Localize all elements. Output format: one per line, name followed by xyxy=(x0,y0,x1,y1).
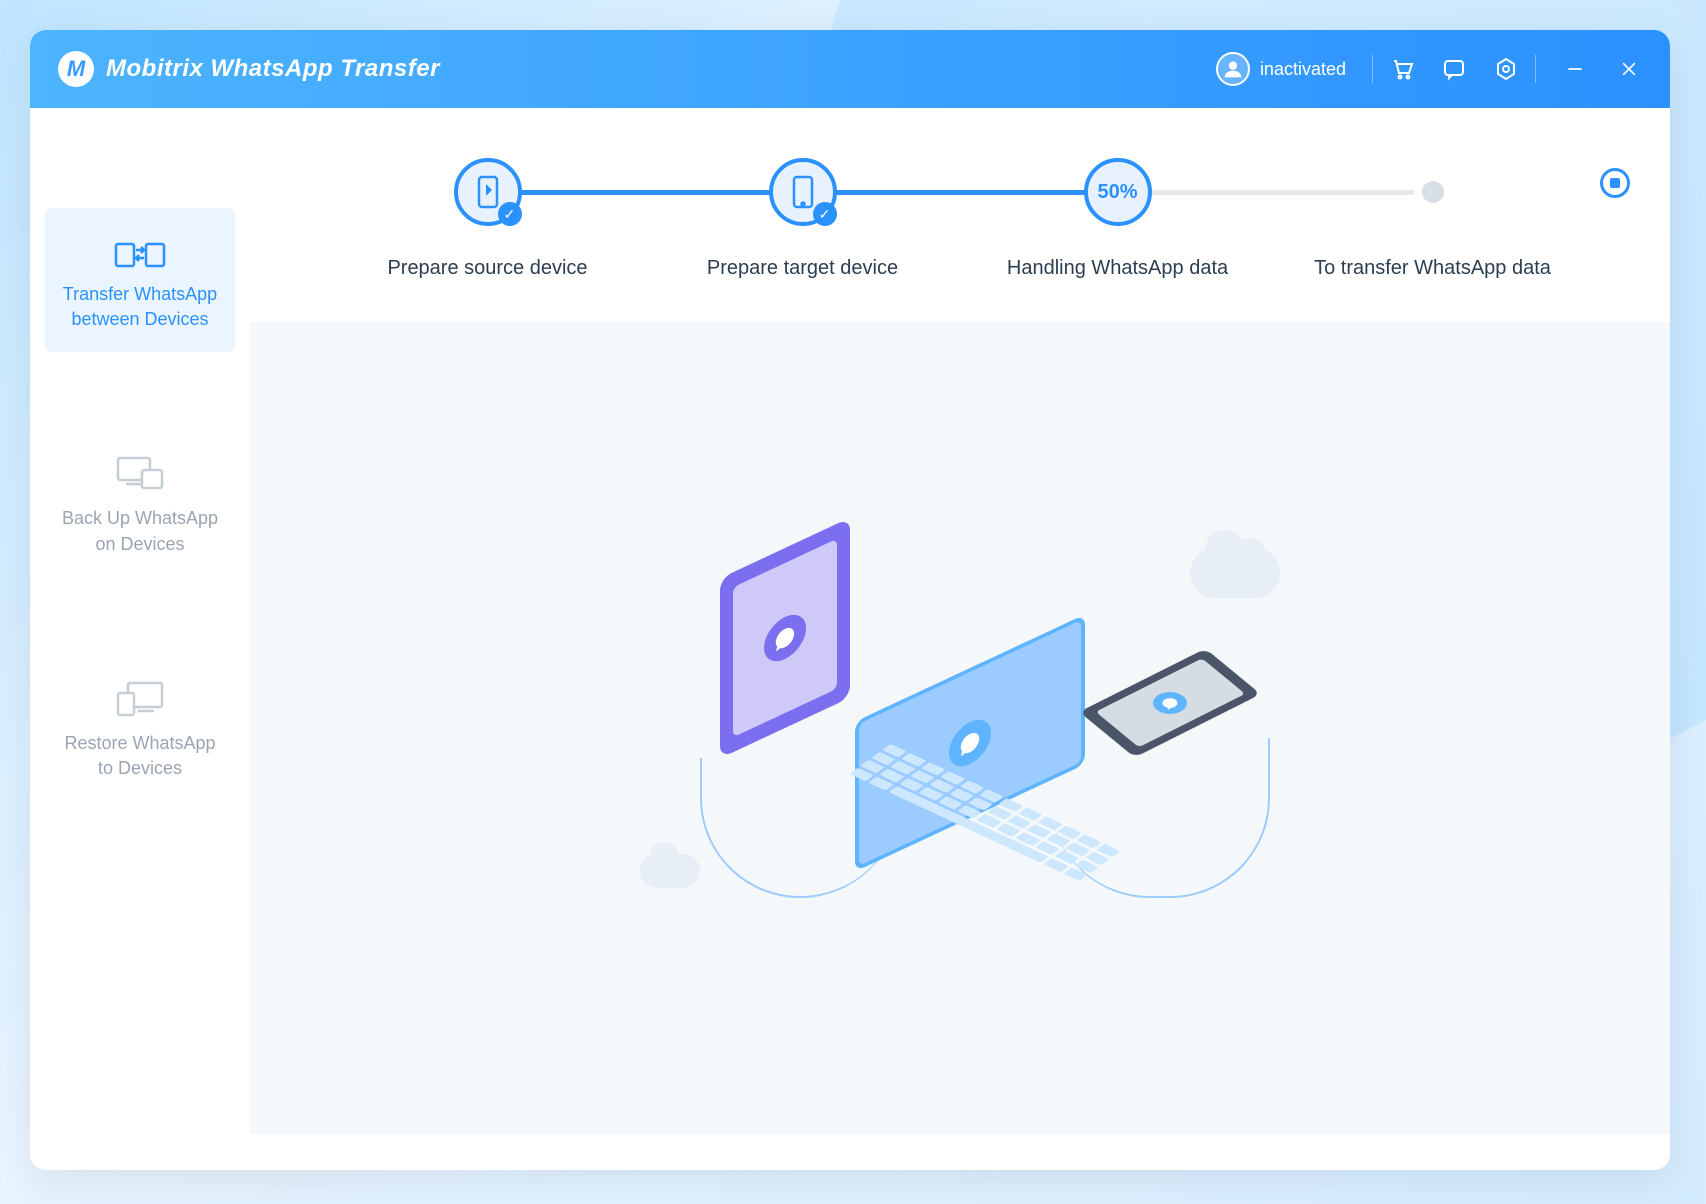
sidebar-item-restore[interactable]: Restore WhatsApp to Devices xyxy=(45,657,235,801)
laptop-illustration xyxy=(800,668,1140,888)
step-prepare-source: ✓ Prepare source device xyxy=(330,158,645,282)
step-prepare-target: ✓ Prepare target device xyxy=(645,158,960,282)
illustration xyxy=(250,322,1670,1134)
minimize-button[interactable] xyxy=(1562,56,1588,82)
check-icon: ✓ xyxy=(498,202,522,226)
step-circle-icon: ✓ xyxy=(769,158,837,226)
main-panel: ✓ Prepare source device ✓ Prepare target… xyxy=(250,108,1670,1170)
sidebar-item-transfer[interactable]: Transfer WhatsApp between Devices xyxy=(45,208,235,352)
sidebar-item-label: Restore WhatsApp to Devices xyxy=(55,731,225,781)
app-window: Mobitrix WhatsApp Transfer inactivated xyxy=(30,30,1670,1170)
sidebar-item-label: Back Up WhatsApp on Devices xyxy=(55,506,225,556)
step-circle-percent: 50% xyxy=(1084,158,1152,226)
step-label: Prepare target device xyxy=(707,254,898,282)
step-connector xyxy=(481,190,783,195)
restore-icon xyxy=(112,677,168,719)
logo-icon xyxy=(58,51,94,87)
step-label: To transfer WhatsApp data xyxy=(1314,254,1551,282)
window-controls xyxy=(1562,56,1642,82)
whatsapp-badge-icon xyxy=(1146,688,1194,719)
user-status-text: inactivated xyxy=(1260,59,1346,80)
user-status[interactable]: inactivated xyxy=(1216,52,1346,86)
titlebar-actions xyxy=(1389,56,1519,82)
app-title: Mobitrix WhatsApp Transfer xyxy=(106,55,440,83)
settings-icon[interactable] xyxy=(1493,56,1519,82)
cart-icon[interactable] xyxy=(1389,56,1415,82)
step-label: Handling WhatsApp data xyxy=(1007,254,1228,282)
check-icon: ✓ xyxy=(813,202,837,226)
step-handling-data: 50% Handling WhatsApp data xyxy=(960,158,1275,282)
step-pending-dot xyxy=(1422,181,1444,203)
close-button[interactable] xyxy=(1616,56,1642,82)
step-connector xyxy=(1111,190,1413,195)
step-label: Prepare source device xyxy=(387,254,587,282)
feedback-icon[interactable] xyxy=(1441,56,1467,82)
divider xyxy=(1372,55,1373,83)
whatsapp-badge-icon xyxy=(764,607,806,669)
backup-icon xyxy=(112,452,168,494)
whatsapp-badge-icon xyxy=(949,712,991,774)
avatar-icon xyxy=(1216,52,1250,86)
stop-button[interactable] xyxy=(1600,168,1630,198)
sidebar-item-label: Transfer WhatsApp between Devices xyxy=(55,282,225,332)
step-transfer-data: To transfer WhatsApp data xyxy=(1275,158,1590,282)
sidebar-item-backup[interactable]: Back Up WhatsApp on Devices xyxy=(45,432,235,576)
divider xyxy=(1535,55,1536,83)
cloud-icon xyxy=(640,854,700,888)
progress-steps: ✓ Prepare source device ✓ Prepare target… xyxy=(250,108,1670,322)
cloud-icon xyxy=(1190,548,1280,598)
step-percent-text: 50% xyxy=(1097,181,1137,204)
app-body: Transfer WhatsApp between Devices Back U… xyxy=(30,108,1670,1170)
logo-area: Mobitrix WhatsApp Transfer xyxy=(58,51,440,87)
titlebar: Mobitrix WhatsApp Transfer inactivated xyxy=(30,30,1670,108)
step-circle-icon: ✓ xyxy=(454,158,522,226)
transfer-icon xyxy=(112,228,168,270)
sidebar: Transfer WhatsApp between Devices Back U… xyxy=(30,108,250,1170)
